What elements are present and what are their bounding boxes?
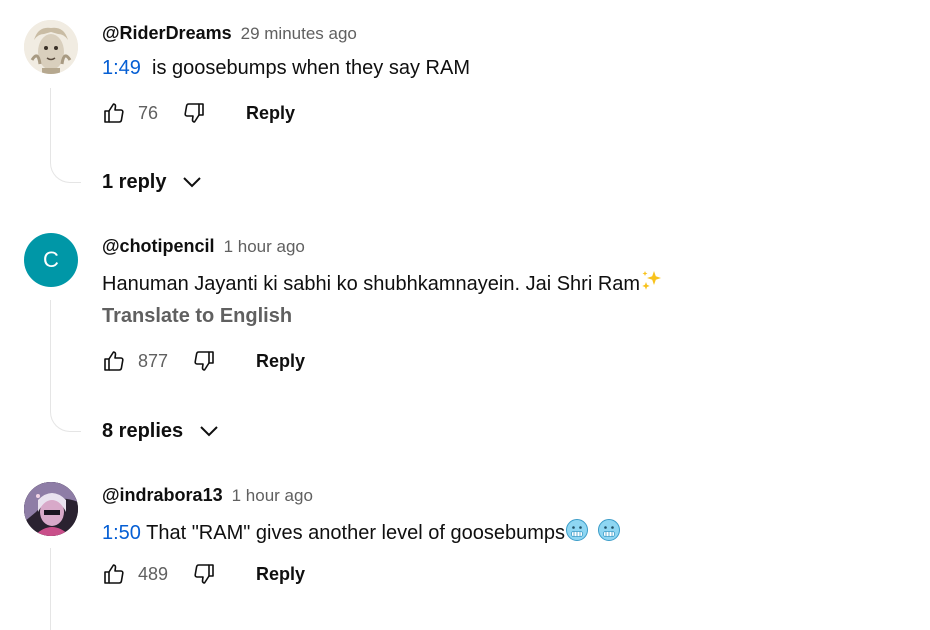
comment-actions: 877 Reply bbox=[102, 346, 305, 376]
view-replies-button[interactable]: 8 replies bbox=[102, 419, 221, 443]
chevron-down-icon bbox=[197, 419, 221, 443]
comment-body: is goosebumps when they say RAM bbox=[140, 57, 470, 79]
comment-body: Hanuman Jayanti ki sabhi ko shubhkamnaye… bbox=[102, 273, 641, 295]
comment-time[interactable]: 1 hour ago bbox=[224, 237, 305, 256]
thumbs-down-icon[interactable] bbox=[192, 562, 216, 586]
avatar[interactable]: C bbox=[24, 233, 78, 287]
comment-actions: 76 Reply bbox=[102, 98, 295, 128]
sparkles-emoji bbox=[640, 269, 664, 299]
avatar[interactable] bbox=[24, 20, 78, 74]
thread-connector bbox=[50, 548, 51, 630]
comment-text: 1:49 is goosebumps when they say RAM bbox=[102, 57, 470, 80]
thumbs-up-icon[interactable] bbox=[102, 562, 126, 586]
thumbs-up-icon[interactable] bbox=[102, 101, 126, 125]
view-replies-button[interactable]: 1 reply bbox=[102, 170, 204, 194]
like-count: 877 bbox=[138, 350, 169, 371]
avatar[interactable] bbox=[24, 482, 78, 536]
cold-face-emoji bbox=[565, 518, 589, 548]
comment-actions: 489 Reply bbox=[102, 559, 305, 589]
like-count: 489 bbox=[138, 563, 169, 584]
timestamp-link[interactable]: 1:50 bbox=[102, 522, 141, 544]
replies-count-label: 8 replies bbox=[102, 419, 184, 442]
chevron-down-icon bbox=[180, 170, 204, 194]
author-name[interactable]: @chotipencil bbox=[102, 236, 215, 256]
reply-button[interactable]: Reply bbox=[246, 103, 295, 124]
thread-connector bbox=[50, 88, 81, 183]
thumbs-down-icon[interactable] bbox=[182, 101, 206, 125]
cold-face-emoji bbox=[597, 518, 621, 548]
reply-button[interactable]: Reply bbox=[256, 351, 305, 372]
comment-header: @indrabora13 1 hour ago bbox=[102, 485, 313, 506]
replies-count-label: 1 reply bbox=[102, 170, 167, 193]
comment-body: That "RAM" gives another level of gooseb… bbox=[140, 522, 565, 544]
thumbs-down-icon[interactable] bbox=[192, 349, 216, 373]
comment-time[interactable]: 1 hour ago bbox=[232, 486, 313, 505]
author-name[interactable]: @indrabora13 bbox=[102, 485, 223, 505]
comment-text: 1:50 That "RAM" gives another level of g… bbox=[102, 518, 621, 548]
comment-header: @chotipencil 1 hour ago bbox=[102, 236, 305, 257]
avatar-letter: C bbox=[43, 247, 59, 272]
translate-button[interactable]: Translate to English bbox=[102, 305, 292, 328]
timestamp-link[interactable]: 1:49 bbox=[102, 57, 141, 79]
like-count: 76 bbox=[138, 102, 159, 123]
reply-button[interactable]: Reply bbox=[256, 564, 305, 585]
thumbs-up-icon[interactable] bbox=[102, 349, 126, 373]
comment-text: Hanuman Jayanti ki sabhi ko shubhkamnaye… bbox=[102, 269, 664, 299]
thread-connector bbox=[50, 300, 81, 432]
comment-time[interactable]: 29 minutes ago bbox=[241, 24, 357, 43]
author-name[interactable]: @RiderDreams bbox=[102, 23, 232, 43]
comment-header: @RiderDreams 29 minutes ago bbox=[102, 23, 357, 44]
